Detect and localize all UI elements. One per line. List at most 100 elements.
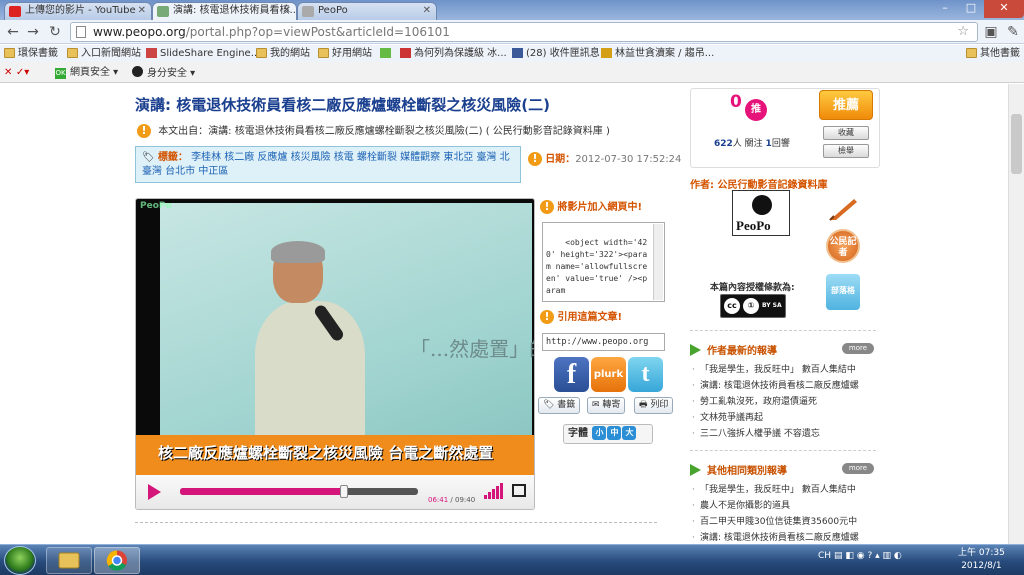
info-icon: ! (528, 152, 542, 166)
font-large-button[interactable]: 大 (622, 426, 637, 440)
url-path: /portal.php?op=viewPost&articleId=106101 (185, 25, 450, 39)
source-line: ! 本文出自：演講: 核電退休技術員看核二廠反應爐螺栓斷裂之核災風險(二) ( … (137, 122, 610, 138)
close-window-button[interactable]: ✕ (984, 0, 1024, 18)
report-button[interactable]: 檢舉 (823, 144, 869, 158)
volume-icon[interactable] (484, 483, 506, 499)
close-tab-icon[interactable]: ✕ (283, 3, 291, 19)
cc-license-icon[interactable]: cc ① BY SA (720, 294, 786, 318)
video-screen[interactable]: 「...然處置」的笑話 PeoPo 核二廠反應爐螺栓斷裂之核災風險 台電之斷然處… (136, 199, 534, 475)
address-bar[interactable]: www.peopo.org/portal.php?op=viewPost&art… (70, 22, 978, 42)
collect-button[interactable]: 收藏 (823, 126, 869, 140)
peopo-logo[interactable]: PeoPo (732, 190, 790, 236)
list-item[interactable]: 演講: 核電退休技術員看核二廠反應爐螺 (690, 530, 876, 544)
extension-icon[interactable]: ▣ (982, 23, 1000, 41)
web-safety-button[interactable]: OK 網頁安全 ▾ (55, 66, 118, 79)
tags-label: 標籤： (157, 152, 188, 163)
forward-icon[interactable]: → (24, 23, 42, 41)
date-label: 日期： (545, 154, 576, 165)
language-indicator[interactable]: CH (818, 551, 831, 561)
bookmark-folder[interactable]: 入口新聞網站 (67, 47, 141, 60)
wrench-icon[interactable]: ✎ (1004, 23, 1022, 41)
seek-bar[interactable] (180, 485, 418, 498)
system-clock[interactable]: 上午 07:35 2012/8/1 (958, 547, 1005, 573)
chrome-taskbar-button[interactable] (94, 547, 140, 574)
list-item[interactable]: 文林苑爭議再起 (690, 410, 876, 426)
tab-title: 上傳您的影片 - YouTube (25, 5, 136, 16)
page-icon (601, 48, 612, 58)
facebook-share-button[interactable]: f (554, 357, 589, 392)
arrow-icon (690, 464, 701, 476)
maximize-button[interactable]: □ (958, 0, 984, 18)
bookmark-link[interactable]: SlideShare Engine... (146, 47, 260, 60)
video-caption: 核二廠反應爐螺栓斷裂之核災風險 台電之斷然處置 (158, 444, 494, 462)
list-item[interactable]: 農人不是你攝影的道具 (690, 498, 876, 514)
list-item[interactable]: 百二甲天甲賤30位信徒集資35600元中 (690, 514, 876, 530)
reload-icon[interactable]: ↻ (46, 23, 64, 41)
explorer-taskbar-button[interactable] (46, 547, 92, 574)
embed-code-textarea[interactable]: <object width='420' height='322'><param … (542, 222, 665, 302)
bookmark-folder[interactable]: 我的網站 (256, 47, 310, 60)
list-item[interactable]: 三二八強拆人權爭議 不容遺忘 (690, 426, 876, 442)
bookmark-link[interactable]: 為何列為保護級 冰... (400, 47, 507, 60)
bookmark-folder[interactable]: 好用網站 (318, 47, 372, 60)
tab-youtube[interactable]: 上傳您的影片 - YouTube ✕ (4, 2, 152, 20)
push-button[interactable]: 推 (745, 99, 767, 121)
other-bookmarks[interactable]: 其他書籤 (966, 47, 1020, 60)
bookmark-button[interactable]: 🏷 書籤 (538, 397, 581, 414)
author-news-list: 「我是學生，我反旺中」 數百人集結中 演講: 核電退休技術員看核二廠反應爐螺 勞… (690, 362, 876, 442)
start-button[interactable] (4, 546, 36, 575)
link-icon (380, 48, 391, 58)
video-player[interactable]: 「...然處置」的笑話 PeoPo 核二廠反應爐螺栓斷裂之核災風險 台電之斷然處… (135, 198, 535, 510)
tags-list[interactable]: 李桂林 核二廠 反應爐 核災風險 核電 螺栓斷裂 媒體觀察 東北亞 臺灣 北臺灣… (142, 152, 510, 177)
bookmark-link[interactable]: (28) 收件匣訊息 (512, 47, 600, 60)
source-text[interactable]: 演講: 核電退休技術員看核二廠反應爐螺栓斷裂之核災風險(二) ( 公民行動影音記… (208, 126, 610, 137)
cite-url-field[interactable]: http://www.peopo.org (542, 333, 665, 351)
print-button[interactable]: 🖶 列印 (634, 397, 674, 414)
extension-bar: ✕ ✓▾ OK 網頁安全 ▾ 身分安全 ▾ (0, 62, 1024, 83)
mail-icon: ✉ (592, 400, 603, 410)
seek-handle[interactable] (340, 485, 349, 498)
more-button[interactable]: more (842, 343, 874, 354)
video-controls: 06:41 / 09:40 (136, 475, 534, 509)
bookmark-folder[interactable]: 環保書籤 (4, 47, 58, 60)
fullscreen-icon[interactable] (512, 484, 526, 497)
source-label: 本文出自： (158, 126, 209, 137)
scrollbar-thumb[interactable] (1011, 114, 1022, 174)
author-line[interactable]: 作者: 公民行動影音記錄資料庫 (690, 176, 827, 191)
tray-icons[interactable]: ▤ ◧ ◉ ? ▴ ▥ ◐ (834, 551, 902, 561)
list-item[interactable]: 「我是學生，我反旺中」 數百人集結中 (690, 482, 876, 498)
minimize-button[interactable]: – (932, 0, 958, 18)
close-tab-icon[interactable]: ✕ (138, 3, 146, 19)
arrow-icon (690, 344, 701, 356)
more-button[interactable]: more (842, 463, 874, 474)
identity-safety-button[interactable]: 身分安全 ▾ (132, 66, 195, 80)
twitter-share-button[interactable]: t (628, 357, 663, 392)
list-item[interactable]: 勞工亂執沒死，政府還債逼死 (690, 394, 876, 410)
info-icon: ! (540, 310, 554, 324)
video-watermark: PeoPo (140, 201, 172, 211)
bookmark-link[interactable]: 林益世貪瀆案 / 趨吊... (601, 47, 714, 60)
bookmarks-bar: 環保書籤 入口新聞網站 SlideShare Engine... 我的網站 好用… (0, 45, 1024, 62)
list-item[interactable]: 「我是學生，我反旺中」 數百人集結中 (690, 362, 876, 378)
tab-peopo-article[interactable]: 演講: 核電退休技術員看核... ✕ (152, 2, 297, 20)
page-scrollbar[interactable] (1008, 84, 1024, 544)
slideshare-icon (146, 48, 157, 58)
close-tab-icon[interactable]: ✕ (423, 3, 431, 19)
font-small-button[interactable]: 小 (592, 426, 607, 440)
list-item[interactable]: 演講: 核電退休技術員看核二廠反應爐螺 (690, 378, 876, 394)
embed-label: ! 將影片加入網頁中! (540, 198, 642, 214)
play-icon[interactable] (148, 484, 161, 500)
norton-icon[interactable]: ✕ ✓▾ (4, 66, 29, 79)
plurk-share-button[interactable]: plurk (591, 357, 626, 392)
citizen-reporter-badge[interactable]: 公民記者 (826, 229, 860, 263)
back-icon[interactable]: ← (4, 23, 22, 41)
recommend-button[interactable]: 推薦 (819, 90, 873, 120)
font-medium-button[interactable]: 中 (607, 426, 622, 440)
blog-badge[interactable]: 部落格 (826, 274, 860, 310)
textarea-scrollbar[interactable] (653, 224, 663, 300)
tab-title: PeoPo (318, 5, 348, 16)
forward-button[interactable]: ✉ 轉寄 (587, 397, 626, 414)
tab-title: 演講: 核電退休技術員看核... (173, 5, 297, 16)
tab-peopo[interactable]: PeoPo ✕ (297, 2, 437, 20)
bookmark-star-icon[interactable]: ☆ (957, 23, 969, 41)
